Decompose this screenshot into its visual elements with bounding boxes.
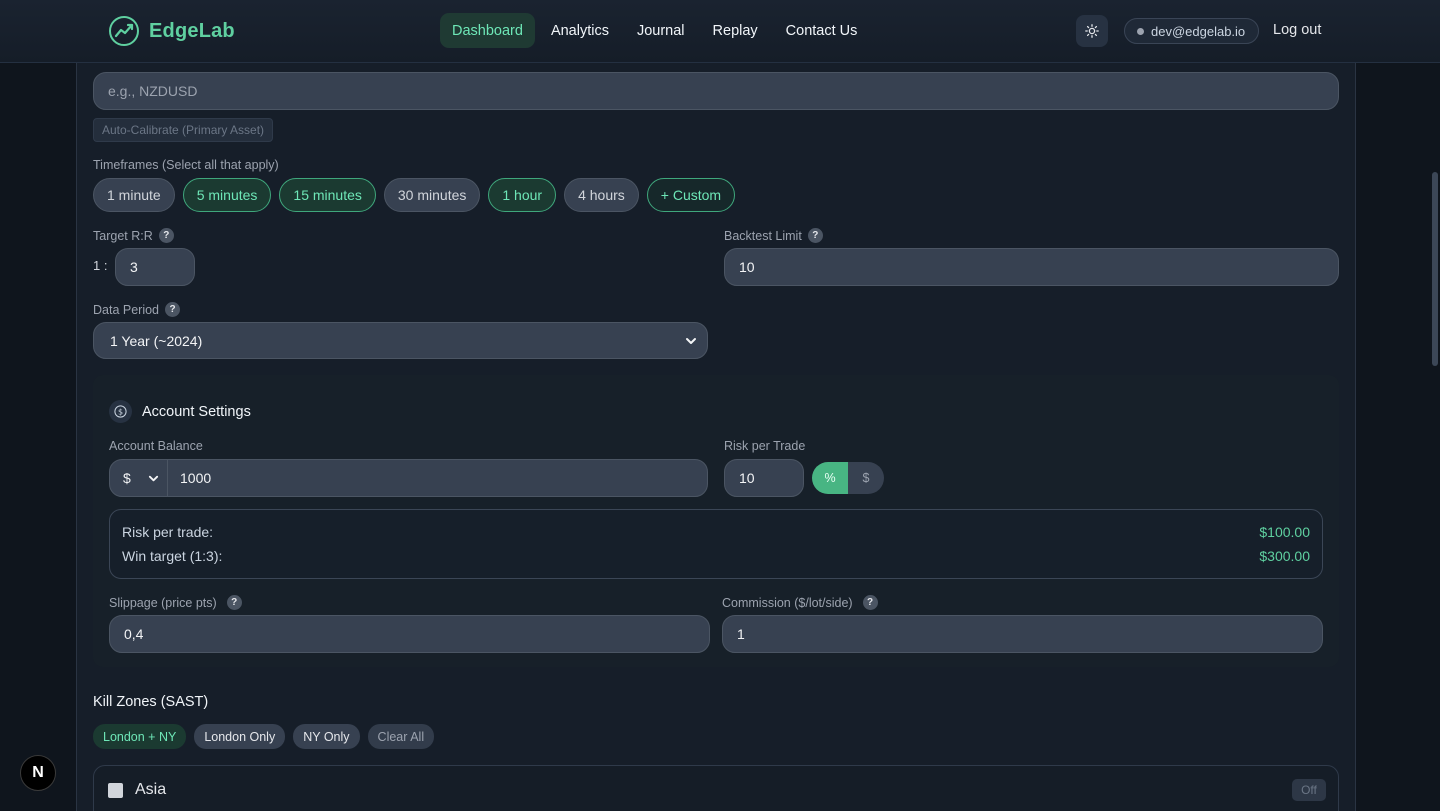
backtest-limit-value: 10 bbox=[739, 259, 755, 275]
nav-dashboard[interactable]: Dashboard bbox=[440, 13, 535, 48]
nav-analytics[interactable]: Analytics bbox=[539, 13, 621, 48]
kill-zone-presets: London + NY London Only NY Only Clear Al… bbox=[93, 724, 435, 749]
currency-select[interactable]: $ bbox=[110, 460, 168, 496]
risk-summary-label: Risk per trade: bbox=[122, 524, 214, 540]
account-settings-header: $ Account Settings bbox=[109, 400, 251, 423]
risk-summary-value: $100.00 bbox=[1259, 524, 1310, 540]
slippage-input[interactable]: 0,4 bbox=[109, 615, 710, 653]
account-balance-input[interactable]: 1000 bbox=[168, 470, 211, 486]
target-rr-input[interactable]: 3 bbox=[115, 248, 195, 286]
risk-summary-box: Risk per trade: $100.00 Win target (1:3)… bbox=[109, 509, 1323, 579]
theme-toggle-button[interactable] bbox=[1076, 15, 1108, 47]
risk-mode-toggle: % $ bbox=[812, 462, 884, 494]
help-icon[interactable]: ? bbox=[165, 302, 181, 317]
account-balance-value: 1000 bbox=[180, 470, 212, 486]
nav-journal[interactable]: Journal bbox=[625, 13, 697, 48]
risk-per-trade-input[interactable]: 10 bbox=[724, 459, 804, 497]
asia-checkbox[interactable] bbox=[108, 783, 123, 798]
commission-label-row: Commission ($/lot/side) ? bbox=[722, 595, 878, 610]
timeframe-5-minutes[interactable]: 5 minutes bbox=[182, 178, 272, 212]
asset-input[interactable]: e.g., NZDUSD bbox=[93, 72, 1339, 110]
target-rr-label-row: Target R:R ? bbox=[93, 228, 174, 243]
risk-per-trade-value: 10 bbox=[739, 470, 755, 486]
help-icon[interactable]: ? bbox=[807, 228, 823, 243]
risk-mode-percent-button[interactable]: % bbox=[812, 462, 848, 494]
sun-icon bbox=[1085, 24, 1099, 38]
trend-chart-icon bbox=[109, 16, 139, 46]
preset-ny-only[interactable]: NY Only bbox=[293, 724, 360, 749]
preset-london-only[interactable]: London Only bbox=[194, 724, 286, 749]
chevron-down-icon bbox=[686, 337, 696, 344]
brand-name: EdgeLab bbox=[149, 19, 235, 42]
slippage-value: 0,4 bbox=[124, 626, 144, 642]
brand-logo[interactable]: EdgeLab bbox=[108, 15, 235, 47]
zone-status-badge[interactable]: Off bbox=[1292, 779, 1326, 801]
add-custom-timeframe-button[interactable]: + Custom bbox=[646, 178, 736, 212]
timeframe-1-minute[interactable]: 1 minute bbox=[93, 178, 175, 212]
preset-london-ny[interactable]: London + NY bbox=[93, 724, 187, 749]
dollar-circle-icon: $ bbox=[109, 400, 132, 423]
account-balance-group: $ 1000 bbox=[109, 459, 708, 497]
status-dot-icon bbox=[1137, 27, 1144, 35]
auto-calibrate-button[interactable]: Auto-Calibrate (Primary Asset) bbox=[93, 118, 274, 142]
commission-input[interactable]: 1 bbox=[722, 615, 1323, 653]
logout-button[interactable]: Log out bbox=[1273, 22, 1321, 38]
target-rr-value: 3 bbox=[130, 259, 138, 275]
zone-name: Asia bbox=[135, 781, 167, 798]
data-period-label-row: Data Period ? bbox=[93, 302, 181, 317]
timeframe-options: 1 minute 5 minutes 15 minutes 30 minutes… bbox=[93, 178, 736, 212]
timeframe-15-minutes[interactable]: 15 minutes bbox=[279, 178, 376, 212]
win-target-label: Win target (1:3): bbox=[122, 548, 223, 564]
data-period-label: Data Period bbox=[93, 302, 160, 317]
commission-value: 1 bbox=[737, 626, 745, 642]
backtest-settings-panel: e.g., NZDUSD Auto-Calibrate (Primary Ass… bbox=[76, 63, 1356, 811]
data-period-select[interactable]: 1 Year (~2024) bbox=[93, 322, 708, 359]
help-icon[interactable]: ? bbox=[862, 595, 878, 610]
timeframes-label: Timeframes (Select all that apply) bbox=[93, 158, 279, 172]
risk-mode-dollar-button[interactable]: $ bbox=[848, 462, 884, 494]
nextjs-dev-icon[interactable]: N bbox=[20, 755, 56, 791]
backtest-limit-label-row: Backtest Limit ? bbox=[724, 228, 823, 243]
nav-replay[interactable]: Replay bbox=[701, 13, 770, 48]
help-icon[interactable]: ? bbox=[226, 595, 242, 610]
timeframe-1-hour[interactable]: 1 hour bbox=[488, 178, 557, 212]
kill-zones-title: Kill Zones (SAST) bbox=[93, 694, 209, 710]
top-navbar: EdgeLab Dashboard Analytics Journal Repl… bbox=[0, 0, 1440, 63]
timeframe-30-minutes[interactable]: 30 minutes bbox=[383, 178, 481, 212]
commission-label: Commission ($/lot/side) bbox=[722, 595, 853, 610]
chevron-down-icon bbox=[148, 475, 159, 481]
currency-value: $ bbox=[123, 470, 131, 486]
svg-text:$: $ bbox=[118, 407, 123, 416]
backtest-limit-label: Backtest Limit bbox=[724, 228, 802, 243]
page-scrollbar[interactable] bbox=[1432, 172, 1438, 366]
timeframe-4-hours[interactable]: 4 hours bbox=[564, 178, 639, 212]
nav-links: Dashboard Analytics Journal Replay Conta… bbox=[440, 13, 869, 48]
account-settings-section: $ Account Settings Account Balance $ 100… bbox=[93, 375, 1339, 667]
slippage-label-row: Slippage (price pts) ? bbox=[109, 595, 242, 610]
data-period-value: 1 Year (~2024) bbox=[110, 332, 203, 349]
risk-per-trade-label: Risk per Trade bbox=[724, 439, 806, 453]
nav-contact-us[interactable]: Contact Us bbox=[774, 13, 870, 48]
slippage-label: Slippage (price pts) bbox=[109, 595, 217, 610]
account-balance-label: Account Balance bbox=[109, 439, 203, 453]
kill-zone-asia-card: Asia Off bbox=[93, 765, 1339, 811]
help-icon[interactable]: ? bbox=[158, 228, 174, 243]
target-rr-label: Target R:R bbox=[93, 228, 153, 243]
target-rr-prefix: 1 : bbox=[93, 258, 108, 273]
user-email: dev@edgelab.io bbox=[1151, 23, 1246, 39]
user-email-badge[interactable]: dev@edgelab.io bbox=[1124, 18, 1260, 44]
clear-all-button[interactable]: Clear All bbox=[367, 724, 435, 749]
win-target-value: $300.00 bbox=[1259, 548, 1310, 564]
asset-input-placeholder: e.g., NZDUSD bbox=[108, 83, 198, 99]
backtest-limit-input[interactable]: 10 bbox=[724, 248, 1339, 286]
account-settings-title: Account Settings bbox=[142, 403, 251, 420]
